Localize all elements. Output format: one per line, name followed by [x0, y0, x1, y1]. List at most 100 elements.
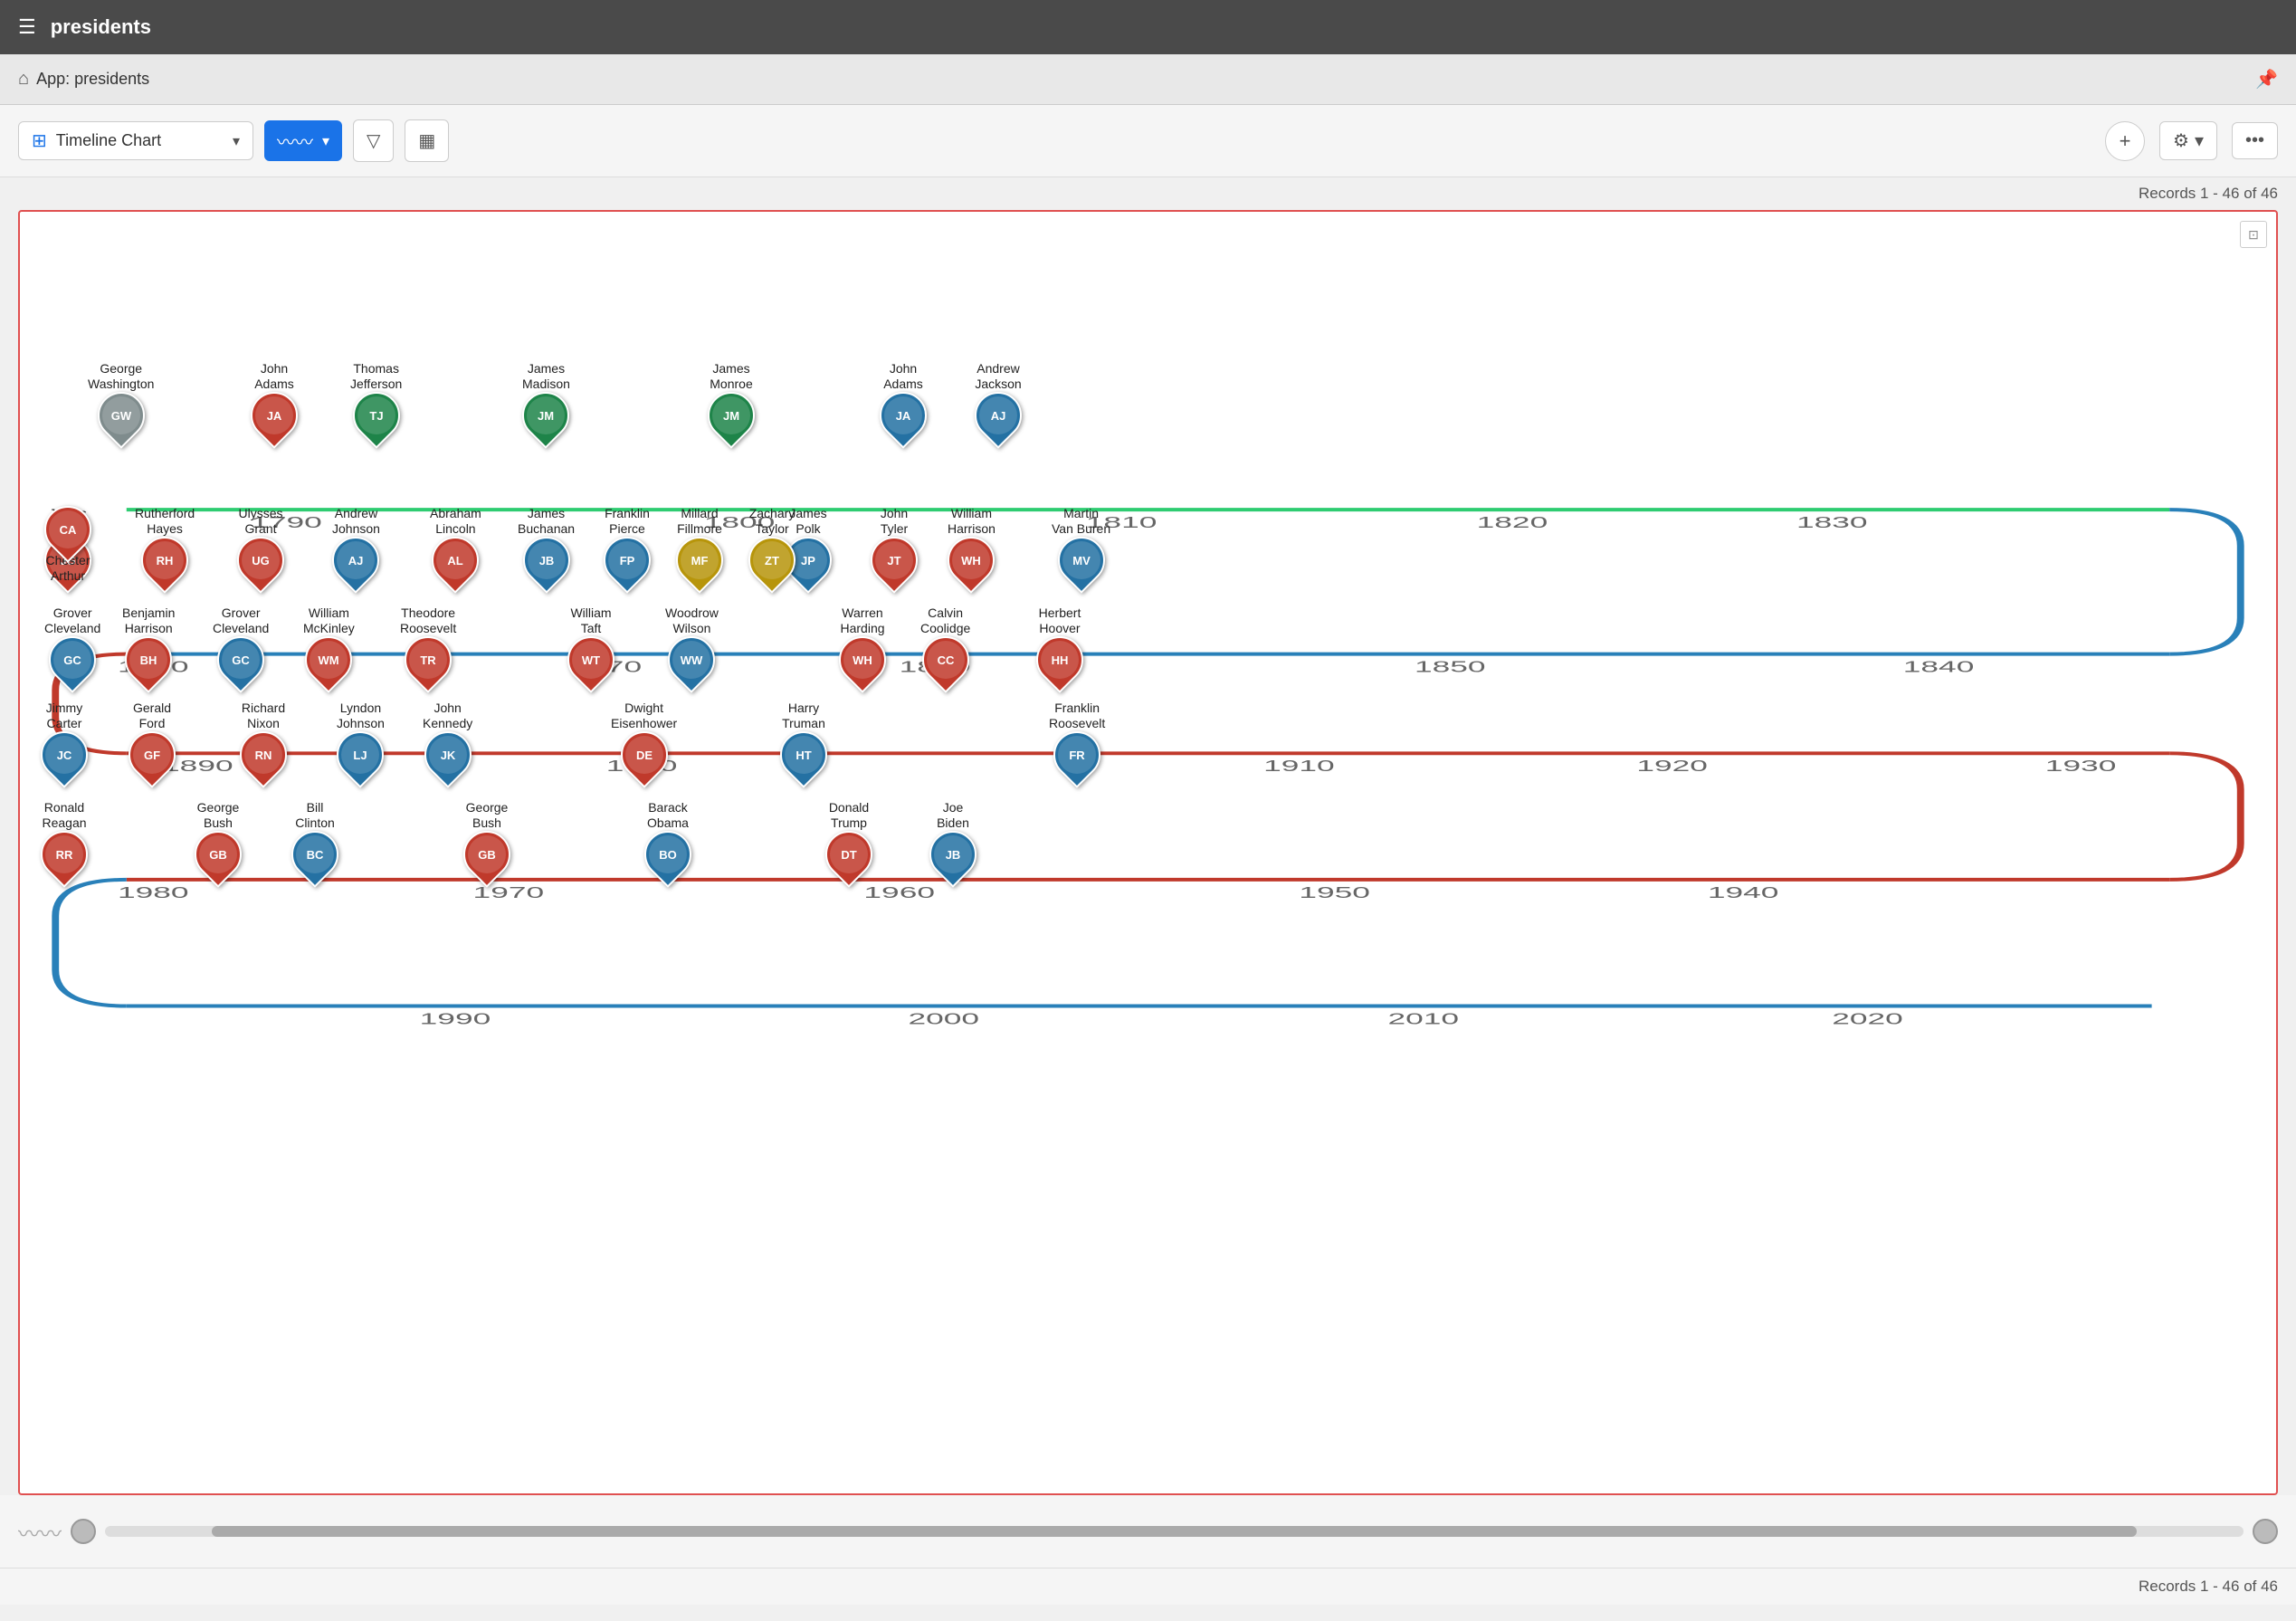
president-8[interactable]: William HarrisonWH — [948, 506, 996, 584]
president-22[interactable]: Benjamin HarrisonBH — [122, 605, 175, 683]
president-name-37: Gerald Ford — [133, 701, 171, 731]
president-29[interactable]: Calvin CoolidgeCC — [920, 605, 970, 683]
president-name-44: Donald Trump — [829, 800, 869, 831]
president-name-29: Calvin Coolidge — [920, 605, 970, 636]
president-12[interactable]: Millard FillmoreMF — [676, 506, 723, 584]
president-name-31: Franklin Roosevelt — [1049, 701, 1105, 731]
president-32[interactable]: Harry TrumanHT — [780, 701, 827, 778]
pin-icon[interactable]: 📌 — [2255, 68, 2278, 91]
president-20[interactable]: Chester ArthurCA — [44, 506, 91, 584]
more-button[interactable]: ••• — [2232, 122, 2278, 159]
president-24[interactable]: William McKinleyWM — [303, 605, 355, 683]
home-icon[interactable]: ⌂ — [18, 69, 29, 90]
chart-chevron-icon: ▾ — [322, 132, 329, 150]
president-name-26: William Taft — [570, 605, 611, 636]
president-40[interactable]: George BushGB — [195, 800, 242, 878]
settings-button[interactable]: ⚙ ▾ — [2159, 121, 2217, 160]
wave-icon: 〰〰 — [18, 1516, 62, 1548]
president-13[interactable]: Franklin PierceFP — [604, 506, 651, 584]
president-28[interactable]: Warren HardingWH — [839, 605, 886, 683]
president-name-16: Andrew Johnson — [332, 506, 380, 537]
president-44[interactable]: Donald TrumpDT — [825, 800, 872, 878]
app-title: presidents — [51, 15, 151, 39]
president-17[interactable]: Ulysses GrantUG — [237, 506, 284, 584]
app-header: ☰ presidents — [0, 0, 2296, 54]
president-5[interactable]: John AdamsJA — [880, 361, 927, 439]
president-name-22: Benjamin Harrison — [122, 605, 175, 636]
president-15[interactable]: Abraham LincolnAL — [430, 506, 481, 584]
scroll-handle-left[interactable] — [71, 1519, 96, 1544]
president-7[interactable]: Martin Van BurenMV — [1052, 506, 1110, 584]
view-chevron-icon: ▾ — [233, 132, 240, 150]
toolbar: ⊞ Timeline Chart ▾ 〰〰 ▾ ▽ ▦ + ⚙ ▾ ••• — [0, 105, 2296, 177]
president-name-36: Richard Nixon — [242, 701, 285, 731]
scroll-handle-right[interactable] — [2253, 1519, 2278, 1544]
president-41[interactable]: Bill ClintonBC — [291, 800, 338, 878]
president-27[interactable]: Woodrow WilsonWW — [665, 605, 719, 683]
president-31[interactable]: Franklin RooseveltFR — [1049, 701, 1105, 778]
settings-icon: ⚙ — [2173, 129, 2189, 152]
president-2[interactable]: Thomas JeffersonTJ — [350, 361, 402, 439]
president-name-12: Millard Fillmore — [677, 506, 722, 537]
president-name-9: John Tyler — [881, 506, 908, 537]
menu-icon[interactable]: ☰ — [18, 15, 36, 39]
scroll-indicator: ⊡ — [2240, 221, 2267, 248]
president-name-38: Jimmy Carter — [46, 701, 82, 731]
view-selector[interactable]: ⊞ Timeline Chart ▾ — [18, 121, 253, 160]
president-1[interactable]: John AdamsJA — [251, 361, 298, 439]
president-name-28: Warren Harding — [840, 605, 884, 636]
bar-chart-button[interactable]: ▦ — [405, 119, 449, 162]
president-21[interactable]: Grover ClevelandGC — [44, 605, 100, 683]
president-name-32: Harry Truman — [782, 701, 825, 731]
president-name-18: Rutherford Hayes — [135, 506, 195, 537]
filter-button[interactable]: ▽ — [353, 119, 394, 162]
president-33[interactable]: Dwight EisenhowerDE — [611, 701, 677, 778]
president-26[interactable]: William TaftWT — [567, 605, 614, 683]
president-11[interactable]: Zachary TaylorZT — [748, 506, 796, 584]
president-name-5: John Adams — [883, 361, 923, 392]
president-name-34: John Kennedy — [423, 701, 472, 731]
president-4[interactable]: James MonroeJM — [708, 361, 755, 439]
president-0[interactable]: George WashingtonGW — [88, 361, 154, 439]
president-name-35: Lyndon Johnson — [337, 701, 385, 731]
breadcrumb-bar: ⌂ App: presidents 📌 — [0, 54, 2296, 105]
president-36[interactable]: Richard NixonRN — [240, 701, 287, 778]
add-button[interactable]: + — [2105, 121, 2145, 161]
settings-chevron-icon: ▾ — [2195, 129, 2204, 152]
president-35[interactable]: Lyndon JohnsonLJ — [337, 701, 385, 778]
chart-wave-icon: 〰〰 — [277, 128, 313, 154]
president-name-24: William McKinley — [303, 605, 355, 636]
president-name-33: Dwight Eisenhower — [611, 701, 677, 731]
president-name-4: James Monroe — [710, 361, 752, 392]
president-30[interactable]: Herbert HooverHH — [1036, 605, 1083, 683]
president-16[interactable]: Andrew JohnsonAJ — [332, 506, 380, 584]
president-45[interactable]: Joe BidenJB — [929, 800, 977, 878]
president-25[interactable]: Theodore RooseveltTR — [400, 605, 456, 683]
president-name-23: Grover Cleveland — [213, 605, 269, 636]
president-9[interactable]: John TylerJT — [871, 506, 918, 584]
president-43[interactable]: Barack ObamaBO — [644, 800, 691, 878]
records-bar-top: Records 1 - 46 of 46 — [0, 177, 2296, 210]
president-14[interactable]: James BuchananJB — [518, 506, 575, 584]
scrollbar-track[interactable] — [105, 1526, 2244, 1537]
president-34[interactable]: John KennedyJK — [423, 701, 472, 778]
president-23[interactable]: Grover ClevelandGC — [213, 605, 269, 683]
president-42[interactable]: George BushGB — [463, 800, 510, 878]
president-37[interactable]: Gerald FordGF — [129, 701, 176, 778]
records-count-bottom: Records 1 - 46 of 46 — [2139, 1578, 2278, 1596]
chart-container: 1790 1800 1810 1820 1830 1880 1870 1860 … — [18, 210, 2278, 1495]
records-bar-bottom: Records 1 - 46 of 46 — [0, 1568, 2296, 1605]
president-6[interactable]: Andrew JacksonAJ — [975, 361, 1022, 439]
president-name-1: John Adams — [254, 361, 294, 392]
president-name-30: Herbert Hoover — [1039, 605, 1081, 636]
president-name-11: Zachary Taylor — [749, 506, 796, 537]
records-count-top: Records 1 - 46 of 46 — [2139, 185, 2278, 203]
president-18[interactable]: Rutherford HayesRH — [135, 506, 195, 584]
president-3[interactable]: James MadisonJM — [522, 361, 570, 439]
president-name-27: Woodrow Wilson — [665, 605, 719, 636]
president-name-40: George Bush — [197, 800, 240, 831]
chart-selector[interactable]: 〰〰 ▾ — [264, 120, 342, 161]
president-38[interactable]: Jimmy CarterJC — [41, 701, 88, 778]
president-name-0: George Washington — [88, 361, 154, 392]
president-39[interactable]: Ronald ReaganRR — [41, 800, 88, 878]
